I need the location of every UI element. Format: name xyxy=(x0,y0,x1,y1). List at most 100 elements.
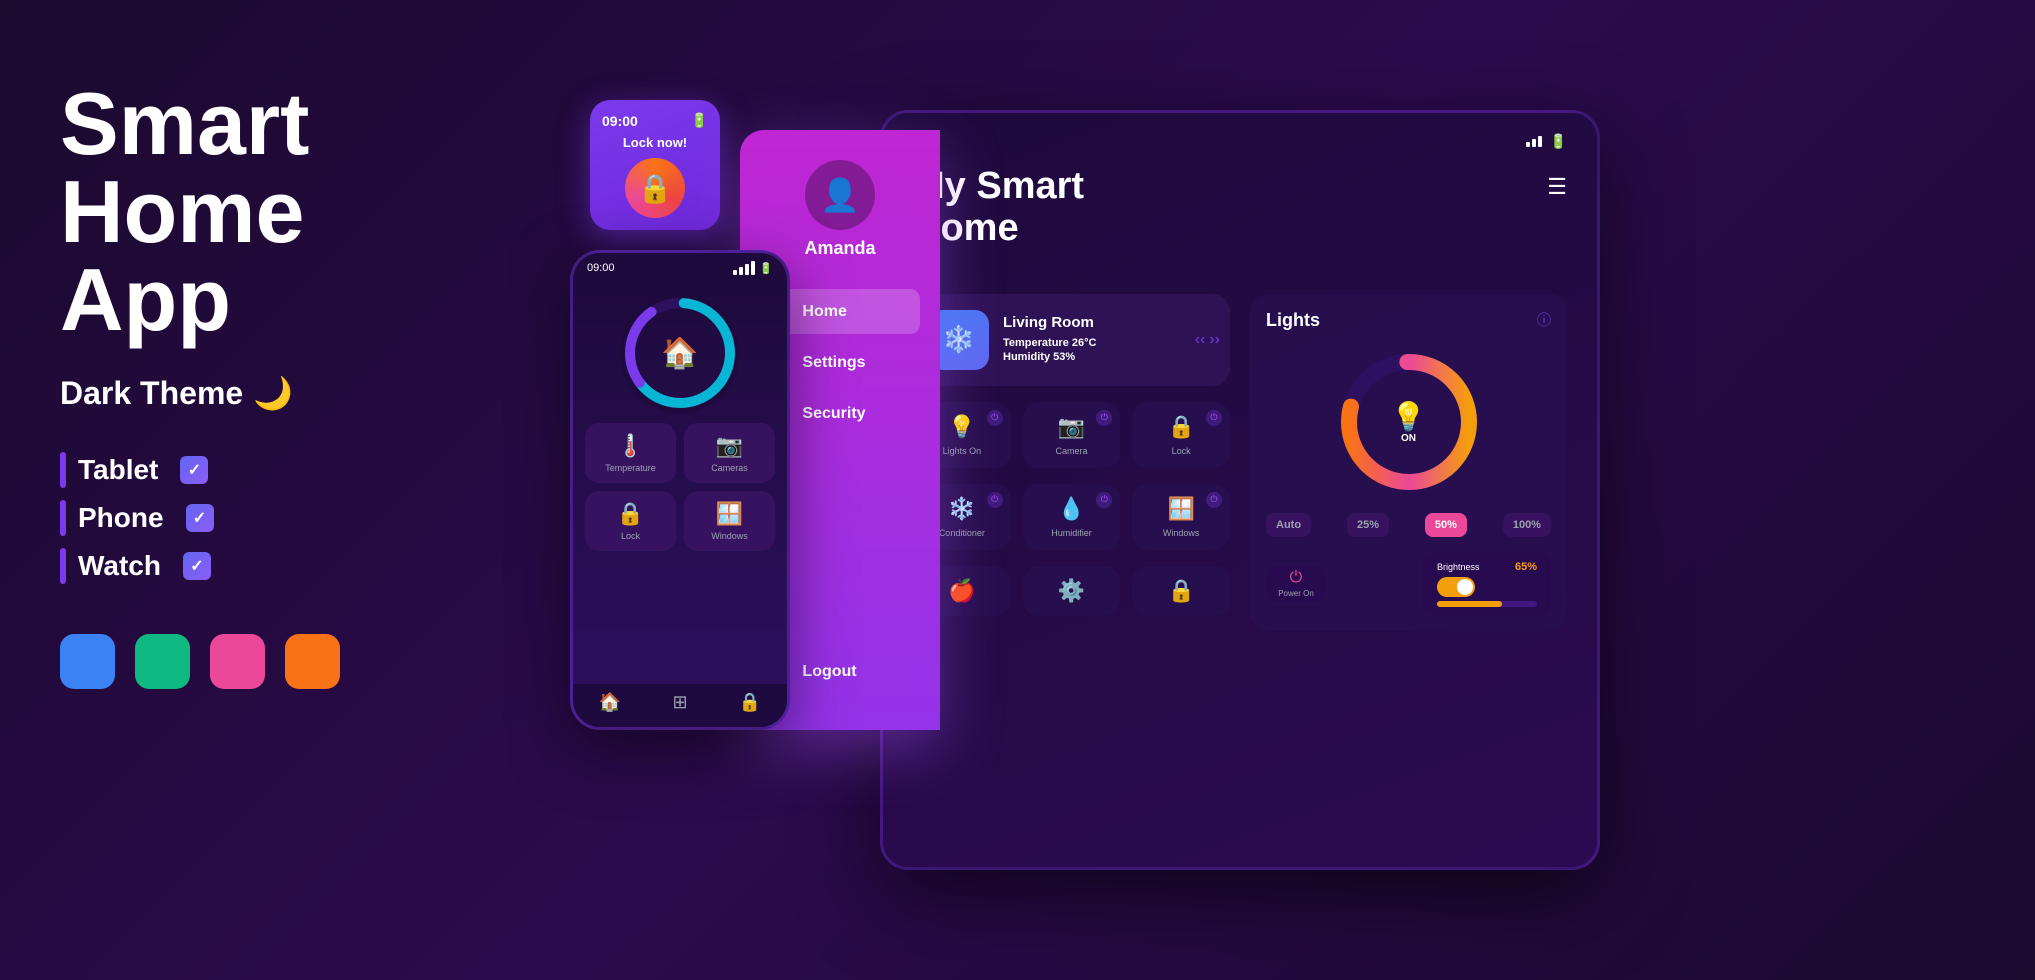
phone-device-grid: 🌡️ Temperature 📷 Cameras 🔒 Lock 🪟 Window… xyxy=(573,423,787,551)
watch-notification[interactable]: 09:00 🔋 Lock now! 🔒 xyxy=(590,100,720,230)
platform-list: Tablet ✓ Phone ✓ Watch ✓ xyxy=(60,452,480,584)
signal-bars xyxy=(733,261,755,275)
settings-nav-label: Settings xyxy=(802,354,865,372)
power-icon: ⏻ xyxy=(1290,569,1303,587)
platform-tablet: Tablet ✓ xyxy=(60,452,480,488)
signal-bar-1 xyxy=(733,270,737,275)
moon-icon: 🌙 xyxy=(253,374,293,412)
brightness-value: 65% xyxy=(1515,561,1537,573)
lights-on-label: ON xyxy=(1391,433,1426,444)
hamburger-menu[interactable]: ☰ xyxy=(1547,174,1567,200)
nav-arrows[interactable]: ‹‹ ›› xyxy=(1195,331,1220,349)
user-avatar: 👤 xyxy=(805,160,875,230)
swatch-green[interactable] xyxy=(135,634,190,689)
bottom-card-lock[interactable]: 🔒 xyxy=(1132,566,1230,616)
camera-power-btn[interactable]: ⏻ xyxy=(1096,410,1112,426)
device-humidifier[interactable]: ⏻ 💧 Humidifier xyxy=(1023,484,1121,550)
preset-25[interactable]: 25% xyxy=(1347,513,1389,537)
phone-card-windows[interactable]: 🪟 Windows xyxy=(684,491,775,551)
next-arrow-icon[interactable]: ›› xyxy=(1209,331,1220,349)
phone-bottom-nav: 🏠 ⊞ 🔒 xyxy=(573,684,787,727)
device-windows[interactable]: ⏻ 🪟 Windows xyxy=(1132,484,1230,550)
temperature-stat: Temperature 26°C xyxy=(1003,337,1096,349)
prev-arrow-icon[interactable]: ‹‹ xyxy=(1195,331,1206,349)
light-bulb-icon: 💡 xyxy=(1391,400,1426,433)
device-camera[interactable]: ⏻ 📷 Camera xyxy=(1023,402,1121,468)
watch-time: 09:00 xyxy=(602,113,638,129)
left-section: Smart Home App Dark Theme 🌙 Tablet ✓ Pho… xyxy=(60,80,480,689)
watch-lock-icon[interactable]: 🔒 xyxy=(625,158,685,218)
lock-power-btn[interactable]: ⏻ xyxy=(1206,410,1222,426)
platform-tablet-label: Tablet xyxy=(78,454,158,486)
tablet-left-column: ❄️ Living Room Temperature 26°C Humidity… xyxy=(913,294,1230,631)
platform-phone-label: Phone xyxy=(78,502,164,534)
lock-device-label: Lock xyxy=(1144,446,1218,456)
phone-time: 09:00 xyxy=(587,262,615,274)
brightness-bar[interactable] xyxy=(1437,601,1537,607)
brightness-toggle[interactable] xyxy=(1437,577,1475,597)
phone-screen: 09:00 🔋 🏠 🌡️ Temperature 📷 xyxy=(570,250,790,730)
lights-panel: Lights ⓘ xyxy=(1250,294,1567,631)
tablet-signal xyxy=(1526,136,1542,147)
lock-icon: 🔒 xyxy=(595,501,666,527)
windows-icon: 🪟 xyxy=(694,501,765,527)
living-room-card[interactable]: ❄️ Living Room Temperature 26°C Humidity… xyxy=(913,294,1230,386)
phone-dial[interactable]: 🏠 xyxy=(620,293,740,413)
camera-label: Camera xyxy=(1035,446,1109,456)
app-title: Smart Home App xyxy=(60,80,480,344)
cameras-label: Cameras xyxy=(694,463,765,473)
lights-dial-container: 💡 ON xyxy=(1266,347,1551,497)
brightness-control[interactable]: Brightness 65% xyxy=(1423,553,1551,615)
bottom-card-settings[interactable]: ⚙️ xyxy=(1023,566,1121,616)
lights-presets: Auto 25% 50% 100% xyxy=(1266,513,1551,537)
humidity-stat: Humidity 53% xyxy=(1003,351,1096,363)
swatch-orange[interactable] xyxy=(285,634,340,689)
watch-battery-icon: 🔋 xyxy=(691,112,708,129)
phone-circle-display: 🏠 xyxy=(573,283,787,423)
lights-power-btn[interactable]: ⏻ xyxy=(987,410,1003,426)
device-grid-row2: ⏻ ❄️ Conditioner ⏻ 💧 Humidifier ⏻ 🪟 Wind… xyxy=(913,484,1230,550)
phone-card-temperature[interactable]: 🌡️ Temperature xyxy=(585,423,676,483)
phone-check-icon: ✓ xyxy=(186,504,214,532)
platform-watch-label: Watch xyxy=(78,550,161,582)
device-lock[interactable]: ⏻ 🔒 Lock xyxy=(1132,402,1230,468)
preset-100[interactable]: 100% xyxy=(1503,513,1551,537)
windows-device-label: Windows xyxy=(1144,528,1218,538)
living-room-name: Living Room xyxy=(1003,314,1096,331)
logout-nav-label: Logout xyxy=(802,663,856,681)
humidifier-label: Humidifier xyxy=(1035,528,1109,538)
lock-label: Lock xyxy=(595,531,666,541)
power-on-label: Power On xyxy=(1278,589,1314,598)
platform-watch: Watch ✓ xyxy=(60,548,480,584)
tablet-status-bar: 🔋 xyxy=(913,133,1567,150)
platform-phone: Phone ✓ xyxy=(60,500,480,536)
dark-theme-label: Dark Theme 🌙 xyxy=(60,374,480,412)
temperature-icon: 🌡️ xyxy=(595,433,666,459)
humidifier-power-btn[interactable]: ⏻ xyxy=(1096,492,1112,508)
security-nav-label: Security xyxy=(802,405,865,423)
windows-power-btn[interactable]: ⏻ xyxy=(1206,492,1222,508)
phone-nav-lock[interactable]: 🔒 xyxy=(739,692,761,713)
phone-card-lock[interactable]: 🔒 Lock xyxy=(585,491,676,551)
preset-auto[interactable]: Auto xyxy=(1266,513,1311,537)
power-on-button[interactable]: ⏻ Power On xyxy=(1266,566,1326,602)
device-grid-row1: ⏻ 💡 Lights On ⏻ 📷 Camera ⏻ 🔒 Lock xyxy=(913,402,1230,468)
phone-nav-home[interactable]: 🏠 xyxy=(599,692,621,713)
conditioner-power-btn[interactable]: ⏻ xyxy=(987,492,1003,508)
temperature-label: Temperature xyxy=(595,463,666,473)
lights-dial[interactable]: 💡 ON xyxy=(1334,347,1484,497)
brightness-label: Brightness xyxy=(1437,562,1480,572)
preset-50[interactable]: 50% xyxy=(1425,513,1467,537)
lights-dial-center: 💡 ON xyxy=(1391,400,1426,444)
tablet-main-content: ❄️ Living Room Temperature 26°C Humidity… xyxy=(913,294,1567,631)
lights-info-icon[interactable]: ⓘ xyxy=(1537,310,1551,330)
lights-controls: ⏻ Power On Brightness 65% xyxy=(1266,553,1551,615)
swatch-pink[interactable] xyxy=(210,634,265,689)
signal-bar-4 xyxy=(751,261,755,275)
color-swatches xyxy=(60,634,480,689)
phone-card-cameras[interactable]: 📷 Cameras xyxy=(684,423,775,483)
phone-nav-grid[interactable]: ⊞ xyxy=(672,692,687,713)
lock-symbol: 🔒 xyxy=(638,172,673,205)
signal-bar-2 xyxy=(739,267,743,275)
swatch-blue[interactable] xyxy=(60,634,115,689)
